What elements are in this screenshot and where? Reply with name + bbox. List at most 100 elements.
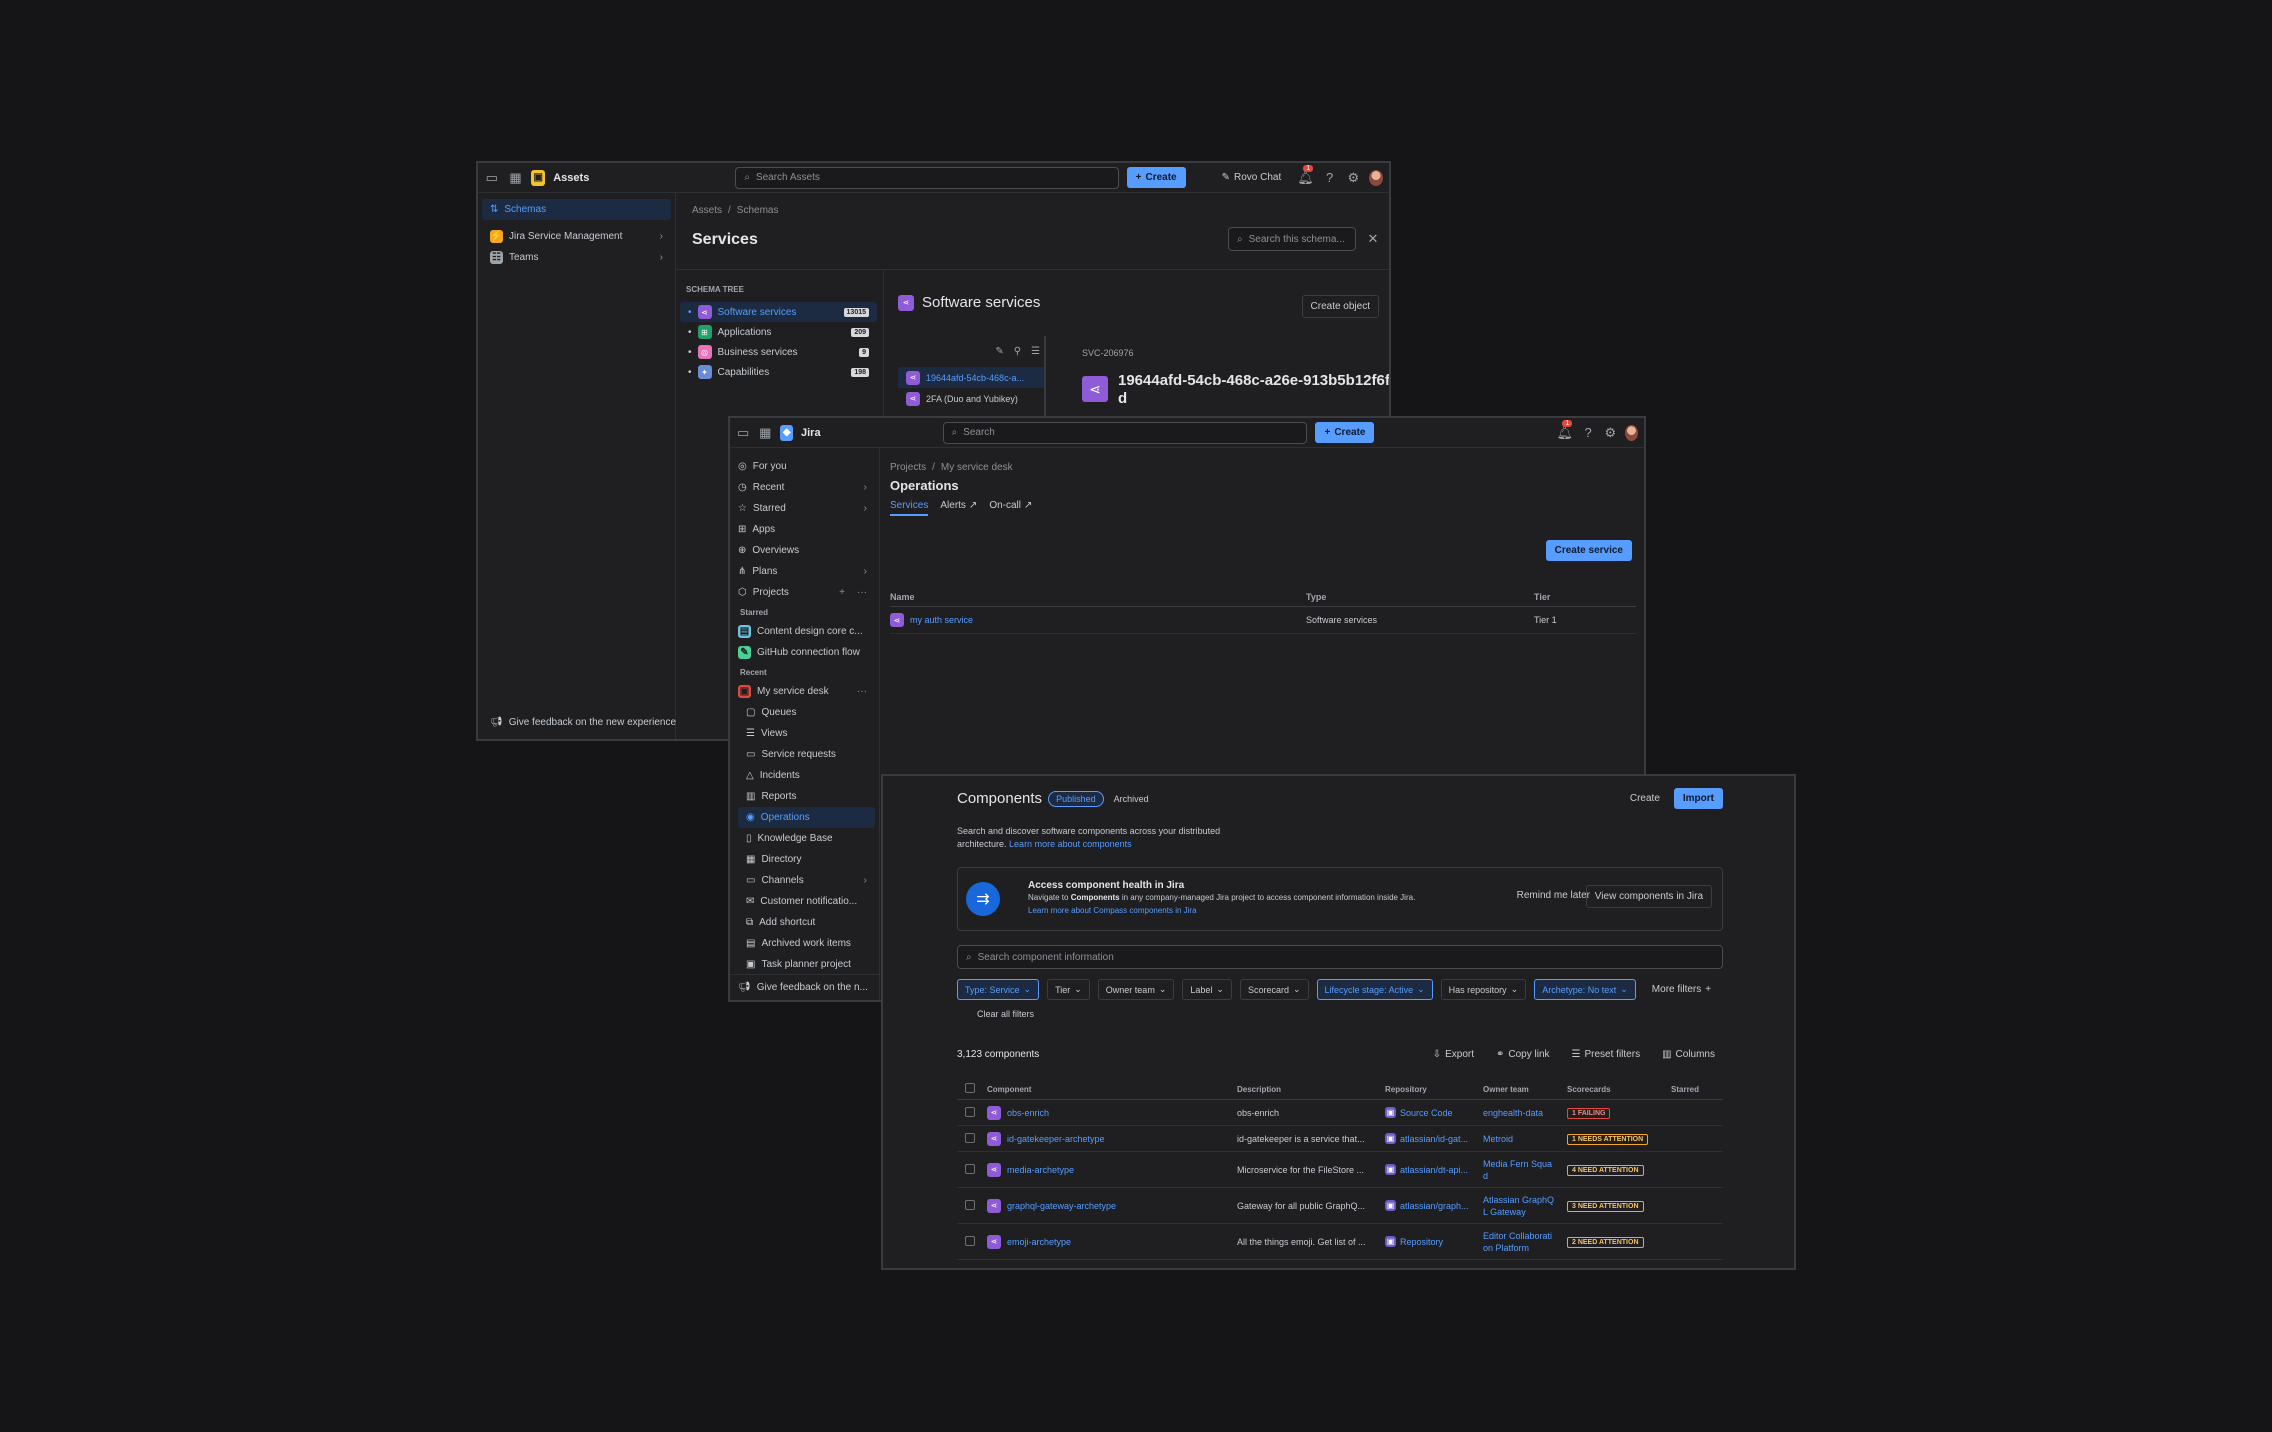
- sidebar-toggle-icon[interactable]: ▭: [736, 424, 750, 442]
- collapse-icon[interactable]: ✕: [1364, 230, 1382, 248]
- preset-filters-button[interactable]: ☰ Preset filters: [1564, 1044, 1649, 1065]
- banner-link[interactable]: Learn more about Compass components in J…: [1028, 906, 1197, 915]
- column-header[interactable]: Name: [890, 588, 1306, 607]
- column-header[interactable]: Repository: [1385, 1079, 1483, 1100]
- owner-team-link[interactable]: Atlassian GraphQ L Gateway: [1483, 1194, 1559, 1218]
- filter-archetype[interactable]: Archetype: No text ⌄: [1534, 979, 1636, 1000]
- component-link[interactable]: id-gatekeeper-archetype: [1007, 1134, 1105, 1144]
- filter-type[interactable]: Type: Service ⌄: [957, 979, 1040, 1000]
- repository-link[interactable]: Source Code: [1400, 1108, 1453, 1118]
- project-item-incidents[interactable]: △ Incidents: [738, 765, 875, 786]
- component-link[interactable]: emoji-archetype: [1007, 1237, 1071, 1247]
- create-button[interactable]: Create: [1622, 788, 1668, 809]
- more-icon[interactable]: ···: [857, 587, 867, 598]
- object-list-item[interactable]: ⋖ 19644afd-54cb-468c-a...: [898, 367, 1044, 388]
- copy-link-button[interactable]: ⚭ Copy link: [1488, 1044, 1558, 1065]
- sidebar-item-schemas[interactable]: ⇅ Schemas: [482, 199, 671, 220]
- schema-tree-item[interactable]: • ✦ Capabilities 198: [680, 362, 877, 382]
- project-item-customer-notifications[interactable]: ✉ Customer notificatio...: [738, 891, 875, 912]
- starred-project[interactable]: ✎ GitHub connection flow: [730, 642, 875, 663]
- scorecard-badge[interactable]: 3 NEED ATTENTION: [1567, 1200, 1644, 1212]
- table-row[interactable]: ⋖ media-archetype Microservice for the Fil…: [957, 1152, 1723, 1188]
- column-header[interactable]: Description: [1237, 1079, 1385, 1100]
- select-all-checkbox[interactable]: [965, 1083, 975, 1093]
- breadcrumb-item[interactable]: Assets: [692, 205, 722, 216]
- owner-team-link[interactable]: enghealth-data: [1483, 1107, 1559, 1119]
- table-row[interactable]: ⋖ emoji-archetype All the things emoji. Ge…: [957, 1224, 1723, 1260]
- row-checkbox[interactable]: [965, 1132, 975, 1143]
- project-item-knowledge-base[interactable]: ▯ Knowledge Base: [738, 828, 875, 849]
- owner-team-link[interactable]: Media Fern Squa d: [1483, 1158, 1559, 1182]
- filter-icon[interactable]: ⚲: [1014, 346, 1021, 357]
- component-search-input[interactable]: ⌕ Search component information: [957, 945, 1723, 969]
- scorecard-badge[interactable]: 1 NEEDS ATTENTION: [1567, 1133, 1649, 1145]
- import-button[interactable]: Import: [1673, 788, 1723, 809]
- nav-plans[interactable]: ⋔ Plans ›: [730, 561, 875, 582]
- repository-link[interactable]: atlassian/id-gat...: [1400, 1134, 1468, 1144]
- row-checkbox[interactable]: [965, 1163, 975, 1174]
- row-checkbox[interactable]: [965, 1106, 975, 1117]
- project-item-views[interactable]: ☰ Views: [738, 723, 875, 744]
- nav-starred[interactable]: ☆ Starred ›: [730, 498, 875, 519]
- create-service-button[interactable]: Create service: [1545, 540, 1632, 561]
- notifications-icon[interactable]: 🔔︎ 1: [1556, 419, 1573, 442]
- filter-lifecycle[interactable]: Lifecycle stage: Active ⌄: [1316, 979, 1433, 1000]
- project-item-reports[interactable]: ▥ Reports: [738, 786, 875, 807]
- table-row[interactable]: ⋖ my auth service Software services Tier …: [890, 607, 1636, 634]
- help-icon[interactable]: ?: [1322, 169, 1338, 187]
- feedback-link[interactable]: 📢︎ Give feedback on the new experience: [482, 712, 684, 733]
- project-item-directory[interactable]: ▦ Directory: [738, 849, 875, 870]
- project-item-queues[interactable]: ▢ Queues: [738, 702, 875, 723]
- owner-team-link[interactable]: Editor Collaborati on Platform: [1483, 1230, 1559, 1254]
- more-filters-button[interactable]: More filters +: [1644, 979, 1719, 1000]
- export-button[interactable]: ⇩ Export: [1425, 1044, 1482, 1065]
- edit-icon[interactable]: ✎: [995, 346, 1003, 357]
- repository-link[interactable]: Repository: [1400, 1237, 1443, 1247]
- recent-project[interactable]: ▣ My service desk ···: [730, 681, 875, 702]
- schema-tree-item[interactable]: • ⊞ Applications 209: [680, 322, 877, 342]
- help-icon[interactable]: ?: [1581, 424, 1595, 442]
- filter-label-chip[interactable]: Label ⌄: [1182, 979, 1232, 1000]
- nav-overviews[interactable]: ⊕ Overviews: [730, 540, 875, 561]
- column-header[interactable]: Starred: [1671, 1079, 1723, 1100]
- project-item-task-planner[interactable]: ▣ Task planner project: [738, 954, 875, 975]
- filter-has-repository[interactable]: Has repository ⌄: [1440, 979, 1527, 1000]
- avatar[interactable]: [1369, 169, 1384, 186]
- rovo-chat-button[interactable]: ✎ Rovo Chat: [1214, 167, 1290, 188]
- nav-apps[interactable]: ⊞ Apps: [730, 519, 875, 540]
- project-item-add-shortcut[interactable]: ⧉ Add shortcut: [738, 912, 875, 933]
- table-row[interactable]: ⋖ id-gatekeeper-archetype id-gatekeeper is…: [957, 1126, 1723, 1152]
- column-header[interactable]: Scorecards: [1567, 1079, 1671, 1100]
- published-toggle[interactable]: Published: [1048, 790, 1104, 807]
- settings-icon[interactable]: ⚙: [1345, 169, 1361, 187]
- search-input[interactable]: ⌕ Search Assets: [735, 166, 1119, 189]
- breadcrumb-item[interactable]: Schemas: [737, 205, 779, 216]
- table-row[interactable]: ⋖ obs-enrich obs-enrich ▣ Source Code engheal…: [957, 1100, 1723, 1126]
- sidebar-toggle-icon[interactable]: ▭: [484, 169, 500, 187]
- create-object-button[interactable]: Create object: [1301, 295, 1379, 318]
- sidebar-item-jira-service-management[interactable]: ⚡ Jira Service Management ›: [482, 226, 671, 247]
- repository-link[interactable]: atlassian/graph...: [1400, 1201, 1469, 1211]
- project-item-channels[interactable]: ▭ Channels ›: [738, 870, 875, 891]
- service-link[interactable]: my auth service: [910, 615, 973, 625]
- column-header[interactable]: Type: [1306, 588, 1534, 607]
- avatar[interactable]: [1625, 424, 1638, 441]
- row-checkbox[interactable]: [965, 1235, 975, 1246]
- filter-tier[interactable]: Tier ⌄: [1047, 979, 1090, 1000]
- component-link[interactable]: obs-enrich: [1007, 1108, 1049, 1118]
- sidebar-item-teams[interactable]: ☷ Teams ›: [482, 247, 671, 268]
- add-project-icon[interactable]: +: [839, 587, 845, 598]
- create-button[interactable]: + Create: [1315, 422, 1375, 443]
- view-in-jira-button[interactable]: View components in Jira: [1585, 885, 1712, 908]
- repository-link[interactable]: atlassian/dt-api...: [1400, 1165, 1468, 1175]
- project-item-operations[interactable]: ◉ Operations: [738, 807, 875, 828]
- create-button[interactable]: + Create: [1126, 167, 1186, 188]
- component-link[interactable]: media-archetype: [1007, 1165, 1074, 1175]
- more-icon[interactable]: ···: [857, 686, 867, 697]
- list-icon[interactable]: ☰: [1031, 346, 1040, 357]
- breadcrumb-item[interactable]: Projects: [890, 462, 926, 473]
- row-checkbox[interactable]: [965, 1199, 975, 1210]
- tab-services[interactable]: Services: [890, 500, 929, 516]
- tab-alerts[interactable]: Alerts ↗: [940, 500, 977, 516]
- column-header[interactable]: Tier: [1534, 588, 1636, 607]
